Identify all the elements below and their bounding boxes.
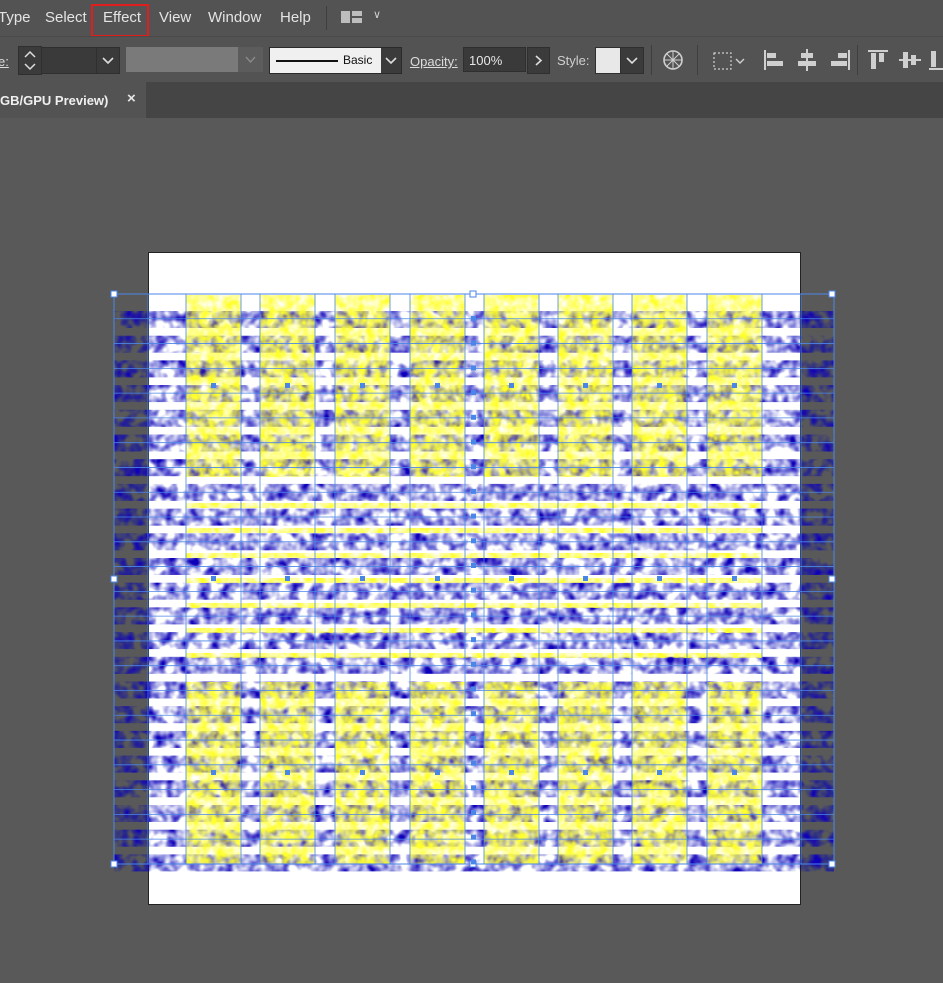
center-point [583, 383, 588, 388]
center-point [285, 770, 290, 775]
center-point [471, 711, 476, 717]
center-point [471, 365, 476, 371]
bounding-handle [110, 575, 118, 583]
center-point [471, 612, 476, 618]
center-point [471, 587, 476, 593]
bounding-handle [469, 290, 477, 298]
center-point [471, 834, 476, 840]
yellow-stripes[interactable] [186, 295, 762, 864]
center-point [657, 770, 662, 775]
center-point [471, 538, 476, 544]
center-point [471, 735, 476, 741]
yellow-middle-line [186, 603, 762, 608]
center-point [285, 383, 290, 388]
center-point [657, 576, 662, 581]
center-point [360, 576, 365, 581]
center-point [509, 576, 514, 581]
bounding-handle [828, 860, 836, 868]
center-point [471, 810, 476, 815]
center-point [471, 439, 476, 445]
yellow-middle-line [186, 503, 762, 508]
center-point [657, 383, 662, 388]
center-point [471, 340, 476, 346]
center-point [471, 488, 476, 494]
yellow-middle-line [186, 528, 762, 533]
center-point [435, 383, 440, 388]
center-point [471, 414, 476, 420]
center-point [583, 576, 588, 581]
center-point [509, 383, 514, 388]
center-point [471, 686, 476, 692]
center-point [211, 383, 216, 388]
center-point [435, 576, 440, 581]
center-point [471, 661, 476, 667]
bounding-handle [828, 290, 836, 298]
center-point [471, 316, 476, 321]
bounding-handle [828, 575, 836, 583]
center-point [471, 785, 476, 791]
center-point [583, 770, 588, 775]
center-point [509, 770, 514, 775]
center-point [471, 859, 476, 865]
center-point [732, 770, 737, 775]
yellow-middle-line [186, 578, 762, 583]
yellow-middle-line [186, 653, 762, 658]
center-point [360, 770, 365, 775]
center-point [471, 464, 476, 470]
center-point [211, 770, 216, 775]
center-point [471, 760, 476, 766]
artwork-canvas[interactable] [0, 0, 943, 983]
bounding-handle [110, 290, 118, 298]
yellow-middle-line [186, 628, 762, 633]
center-point [360, 383, 365, 388]
bounding-handle [110, 860, 118, 868]
center-point [285, 576, 290, 581]
center-point [471, 563, 476, 568]
center-point [471, 637, 476, 643]
center-point [435, 770, 440, 775]
center-point [211, 576, 216, 581]
center-point [732, 576, 737, 581]
yellow-middle-line [186, 553, 762, 558]
center-point [471, 390, 476, 396]
center-point [732, 383, 737, 388]
center-point [471, 513, 476, 519]
